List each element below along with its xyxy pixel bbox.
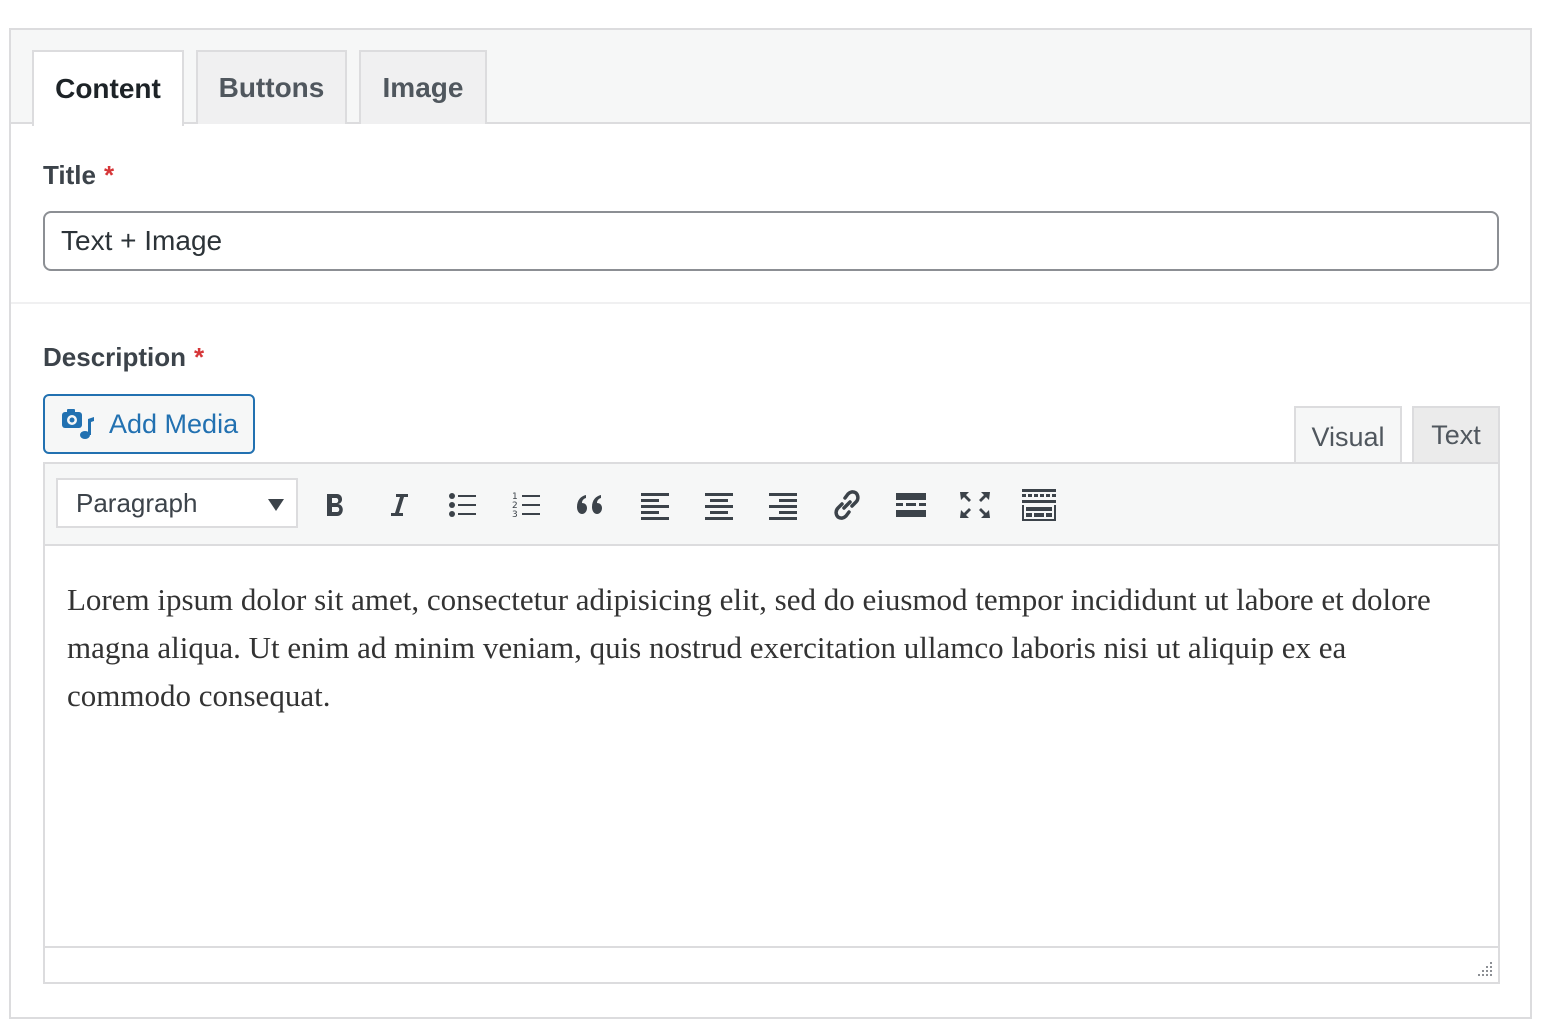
align-left-button[interactable] — [631, 481, 679, 529]
editor-statusbar — [45, 946, 1498, 982]
title-input[interactable] — [43, 211, 1499, 271]
align-right-icon — [769, 493, 797, 520]
link-icon — [834, 490, 860, 520]
add-media-label: Add Media — [109, 408, 239, 439]
editor-content[interactable]: Lorem ipsum dolor sit amet, consectetur … — [45, 548, 1498, 946]
numbered-list-button[interactable]: 123 — [503, 481, 551, 529]
caret-down-icon — [268, 499, 284, 511]
align-left-icon — [641, 493, 669, 520]
resize-handle-icon[interactable] — [1474, 958, 1494, 978]
align-center-button[interactable] — [695, 481, 743, 529]
format-select-value: Paragraph — [76, 487, 198, 518]
tab-buttons[interactable]: Buttons — [196, 50, 347, 124]
bullet-list-icon — [449, 493, 476, 517]
divider — [11, 302, 1530, 304]
required-mark: * — [103, 160, 115, 190]
bold-icon — [327, 494, 343, 516]
tab-text[interactable]: Text — [1412, 406, 1500, 464]
description-label-text: Description — [43, 342, 187, 372]
toolbar-toggle-button[interactable] — [1015, 481, 1063, 529]
description-label: Description * — [43, 342, 204, 373]
add-media-button[interactable]: Add Media — [43, 394, 255, 454]
tab-image[interactable]: Image — [359, 50, 487, 124]
italic-button[interactable] — [375, 481, 423, 529]
link-button[interactable] — [823, 481, 871, 529]
read-more-button[interactable] — [887, 481, 935, 529]
required-mark: * — [194, 342, 205, 372]
editor-toolbar: Paragraph 123 — [45, 464, 1498, 546]
bold-button[interactable] — [311, 481, 359, 529]
toolbar-toggle-icon — [1022, 489, 1056, 521]
align-center-icon — [705, 493, 733, 520]
svg-text:3: 3 — [512, 510, 518, 520]
title-label: Title * — [43, 160, 114, 191]
blockquote-icon — [577, 495, 602, 514]
bullet-list-button[interactable] — [439, 481, 487, 529]
fullscreen-icon — [960, 492, 990, 518]
blockquote-button[interactable] — [567, 481, 615, 529]
add-media-icon — [62, 409, 94, 439]
read-more-icon — [896, 493, 926, 517]
format-select[interactable]: Paragraph — [56, 478, 298, 528]
numbered-list-icon: 123 — [512, 492, 540, 520]
tab-visual[interactable]: Visual — [1294, 406, 1402, 466]
title-label-text: Title — [43, 160, 96, 190]
content-panel: Content Buttons Image Title* Description… — [9, 28, 1532, 1019]
tab-content[interactable]: Content — [32, 50, 184, 126]
rich-text-editor: Paragraph 123 Lorem ipsum dolor sit amet… — [43, 462, 1500, 984]
fullscreen-button[interactable] — [951, 481, 999, 529]
align-right-button[interactable] — [759, 481, 807, 529]
italic-icon — [391, 494, 408, 516]
tab-bar: Content Buttons Image — [11, 30, 1530, 126]
